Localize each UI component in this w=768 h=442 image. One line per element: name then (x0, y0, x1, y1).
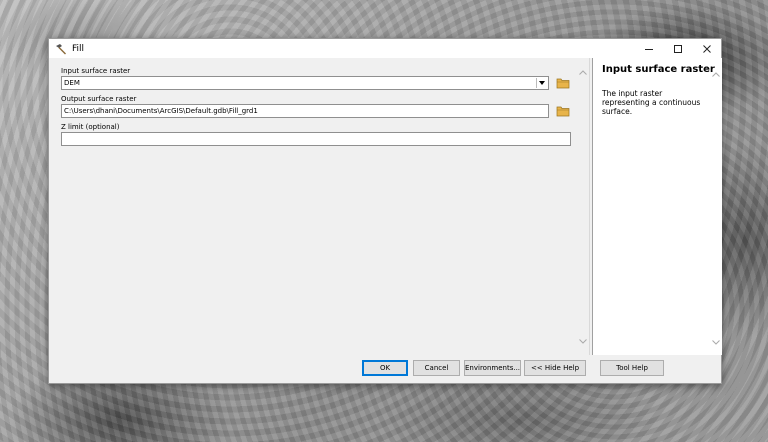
hide-help-button[interactable]: << Hide Help (524, 360, 586, 376)
window-title: Fill (72, 43, 85, 54)
close-button[interactable] (692, 39, 721, 58)
maximize-button[interactable] (663, 39, 692, 58)
help-text: The input raster representing a continuo… (602, 89, 701, 116)
parameters-scrollbar[interactable] (577, 58, 589, 355)
dialog-button-bar: OK Cancel Environments... << Hide Help T… (49, 355, 721, 383)
z-limit-label: Z limit (optional) (61, 123, 120, 131)
chevron-down-icon (539, 81, 545, 85)
browse-input-button[interactable] (555, 75, 571, 90)
environments-button[interactable]: Environments... (464, 360, 521, 376)
parameters-panel: Input surface raster DEM Output surface … (49, 58, 639, 355)
maximize-icon (673, 44, 682, 53)
help-scroll-down-button[interactable] (712, 338, 720, 346)
chevron-down-icon (712, 339, 720, 345)
help-title: Input surface raster (602, 64, 715, 75)
output-surface-raster-field[interactable]: C:\Users\dhani\Documents\ArcGIS\Default.… (61, 104, 549, 118)
scroll-up-button[interactable] (579, 68, 587, 76)
input-surface-raster-combo[interactable]: DEM (61, 76, 549, 90)
title-bar[interactable]: Fill (49, 39, 721, 58)
chevron-up-icon (712, 71, 720, 77)
folder-icon (556, 106, 570, 116)
cancel-button[interactable]: Cancel (413, 360, 460, 376)
minimize-icon (644, 48, 653, 50)
ok-button[interactable]: OK (362, 360, 408, 376)
tool-help-button[interactable]: Tool Help (600, 360, 664, 376)
fill-tool-dialog: Fill Input surface raster DEM Output sur… (48, 38, 722, 384)
help-scroll-up-button[interactable] (712, 70, 720, 78)
z-limit-field[interactable] (61, 132, 571, 146)
chevron-down-icon (579, 338, 587, 344)
input-surface-raster-value: DEM (64, 79, 80, 87)
close-icon (702, 44, 711, 53)
parameter-form: Input surface raster DEM Output surface … (61, 66, 571, 150)
folder-icon (556, 78, 570, 88)
output-surface-raster-label: Output surface raster (61, 95, 137, 103)
dropdown-button[interactable] (536, 78, 547, 88)
minimize-button[interactable] (634, 39, 663, 58)
help-panel: Input surface raster The input raster re… (592, 58, 722, 355)
input-surface-raster-label: Input surface raster (61, 67, 131, 75)
hammer-icon (56, 43, 66, 54)
browse-output-button[interactable] (555, 103, 571, 118)
chevron-up-icon (579, 69, 587, 75)
scroll-down-button[interactable] (579, 337, 587, 345)
